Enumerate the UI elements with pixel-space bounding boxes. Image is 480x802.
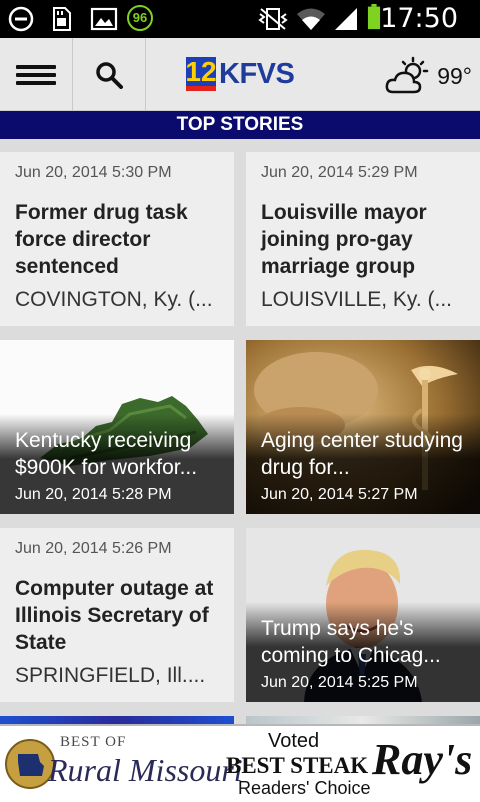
signal-icon [335,8,357,30]
image-icon [90,7,118,31]
story-card-image[interactable]: Trump says he's coming to Chicag... Jun … [246,528,480,702]
menu-button[interactable] [0,38,73,110]
ad-best-of: BEST OF [60,734,127,750]
story-date: Jun 20, 2014 5:27 PM [261,486,418,503]
story-card-image[interactable]: Kentucky receiving $900K for workfor... … [0,340,234,514]
ad-brand-logo: Ray's [372,735,473,784]
story-excerpt: COVINGTON, Ky. (... [15,288,213,311]
wifi-icon [297,8,325,30]
search-icon [96,62,123,89]
story-headline: Computer outage at Illinois Secretary of… [15,577,214,654]
story-headline: Aging center studying drug for... [261,429,463,479]
partly-cloudy-icon [385,56,429,94]
story-card[interactable]: Jun 20, 2014 5:29 PM Louisville mayor jo… [246,152,480,326]
story-date: Jun 20, 2014 5:26 PM [15,540,172,557]
story-date: Jun 20, 2014 5:25 PM [261,674,418,691]
story-card[interactable]: Jun 20, 2014 5:30 PM Former drug task fo… [0,152,234,326]
block-icon [8,6,34,32]
ad-best-steak: BEST STEAK [226,753,369,778]
story-date: Jun 20, 2014 5:30 PM [15,164,172,181]
story-excerpt: LOUISVILLE, Ky. (... [261,288,453,311]
story-excerpt: SPRINGFIELD, Ill.... [15,664,206,687]
ad-banner[interactable]: BEST OF Rural Missouri Voted BEST STEAK … [0,724,480,802]
story-headline: Louisville mayor joining pro-gay marriag… [261,201,427,278]
ad-rural-missouri: Rural Missouri [48,752,243,788]
story-date: Jun 20, 2014 5:29 PM [261,164,418,181]
section-title: TOP STORIES [0,111,480,139]
app-bar: 12 KFVS 99° [0,38,480,111]
weather-widget[interactable]: 99° [385,56,472,96]
story-date: Jun 20, 2014 5:28 PM [15,486,172,503]
temperature: 99° [437,62,472,89]
vibrate-icon [258,8,288,30]
status-time: 17:50 [380,3,458,34]
ad-voted: Voted [268,730,320,752]
status-bar: 96 17:50 [0,0,480,38]
ad-readers-choice: Readers' Choice [238,778,371,798]
badge-number: 96 [132,10,148,25]
story-card[interactable]: Jun 20, 2014 5:26 PM Computer outage at … [0,528,234,702]
sd-card-icon [53,7,71,31]
logo-text: KFVS [219,57,295,90]
search-button[interactable] [72,38,146,110]
kfvs-logo[interactable]: 12 KFVS [185,56,295,92]
story-headline: Former drug task force director sentence… [15,201,188,278]
story-headline: Kentucky receiving $900K for workfor... [15,429,198,479]
logo-number: 12 [185,56,217,91]
badge-96-icon: 96 [127,5,153,31]
story-card-image[interactable]: Aging center studying drug for... Jun 20… [246,340,480,514]
story-headline: Trump says he's coming to Chicag... [261,617,441,667]
